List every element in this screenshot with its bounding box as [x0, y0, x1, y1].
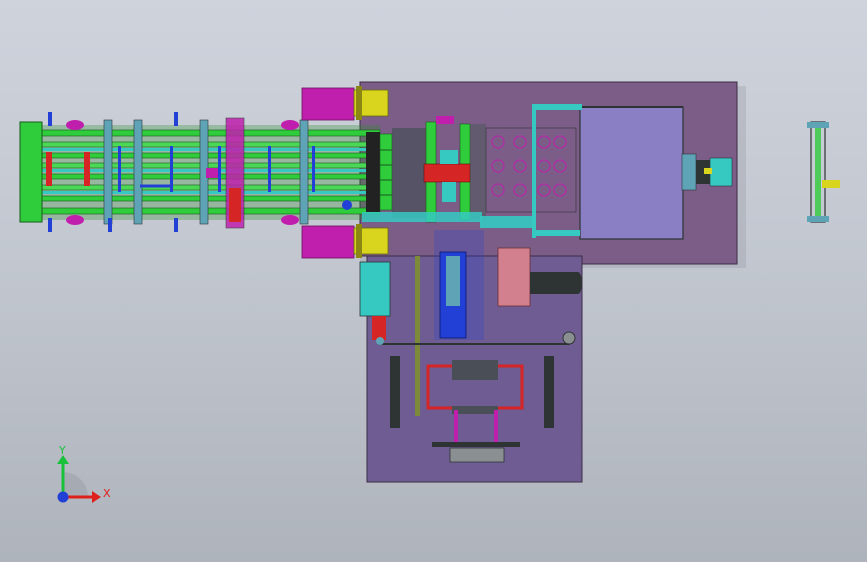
infeed-conveyor[interactable]: [19, 112, 381, 232]
standalone-bracket[interactable]: [807, 121, 840, 223]
cylinder-top[interactable]: [301, 86, 389, 121]
cylinder-bottom[interactable]: [301, 224, 389, 259]
triad-z-axis: [57, 491, 69, 503]
triad-x-label: X: [103, 487, 111, 500]
cad-viewport[interactable]: Y X: [0, 0, 867, 562]
conveyor-end-plate: [19, 121, 43, 223]
control-box[interactable]: [579, 106, 684, 240]
coordinate-triad: Y X: [57, 444, 111, 503]
triad-y-label: Y: [58, 444, 66, 457]
